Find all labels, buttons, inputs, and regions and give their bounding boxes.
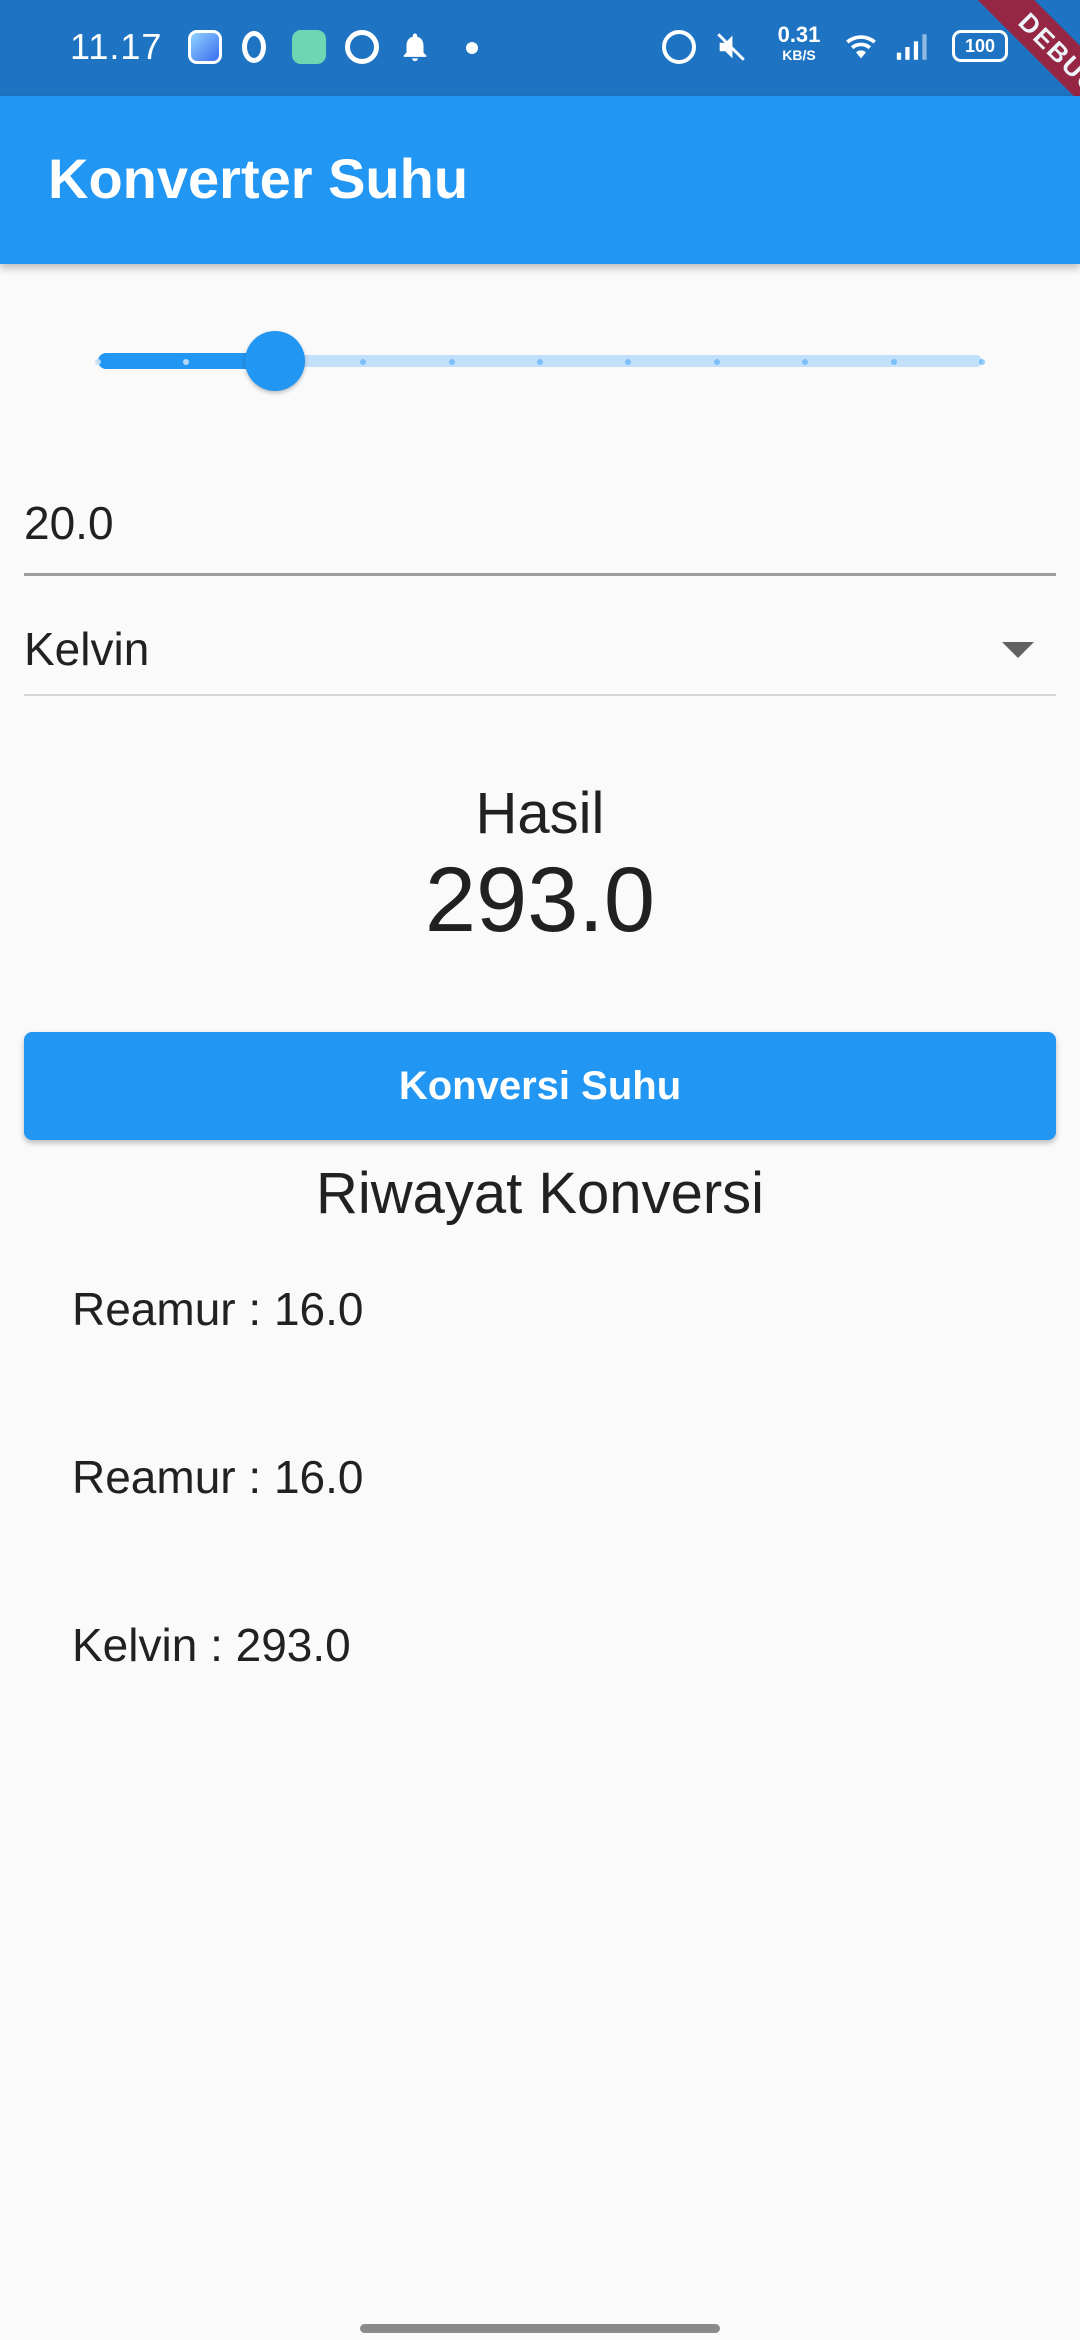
status-time: 11.17 — [70, 26, 163, 67]
more-notifications-dot-icon — [466, 42, 478, 54]
unit-dropdown-value: Kelvin — [24, 623, 150, 675]
result-label: Hasil — [475, 781, 605, 846]
convert-button[interactable]: Konversi Suhu — [24, 1032, 1056, 1140]
mute-icon — [714, 30, 748, 64]
status-bar: 11.17 0.31 KB/S 100 — [0, 0, 1080, 96]
unit-dropdown[interactable]: Kelvin — [24, 600, 1056, 696]
page-title: Konverter Suhu — [48, 147, 469, 210]
result-value: 293.0 — [424, 849, 656, 951]
battery-icon: 100 — [952, 30, 1008, 62]
history-item: Kelvin : 293.0 — [72, 1619, 351, 1671]
slider-tick — [537, 359, 543, 365]
slider-tick — [95, 359, 101, 365]
gesture-navigation-handle[interactable] — [360, 2324, 720, 2333]
history-title: Riwayat Konversi — [315, 1161, 765, 1226]
app-notification-icon — [188, 30, 222, 64]
app-notification-icon — [345, 30, 379, 64]
bell-icon — [398, 30, 432, 64]
history-list: Reamur : 16.0 Reamur : 16.0 Kelvin : 293… — [0, 1250, 1080, 1754]
app-notification-icon — [292, 30, 326, 64]
history-item: Reamur : 16.0 — [72, 1283, 364, 1335]
wifi-icon — [842, 30, 876, 64]
opera-icon — [242, 31, 266, 63]
temperature-input[interactable] — [24, 472, 1056, 576]
slider-tick — [979, 359, 985, 365]
history-item: Reamur : 16.0 — [72, 1451, 364, 1503]
app-bar: Konverter Suhu — [0, 96, 1080, 264]
alarm-icon — [662, 30, 696, 64]
slider-tick — [448, 359, 455, 365]
temperature-slider[interactable] — [95, 330, 985, 391]
network-speed: 0.31 KB/S — [777, 22, 821, 63]
dropdown-arrow-icon — [1002, 642, 1034, 658]
slider-tick — [890, 359, 897, 365]
slider-thumb[interactable] — [244, 331, 305, 391]
signal-icon — [894, 30, 928, 64]
slider-tick — [713, 359, 720, 365]
